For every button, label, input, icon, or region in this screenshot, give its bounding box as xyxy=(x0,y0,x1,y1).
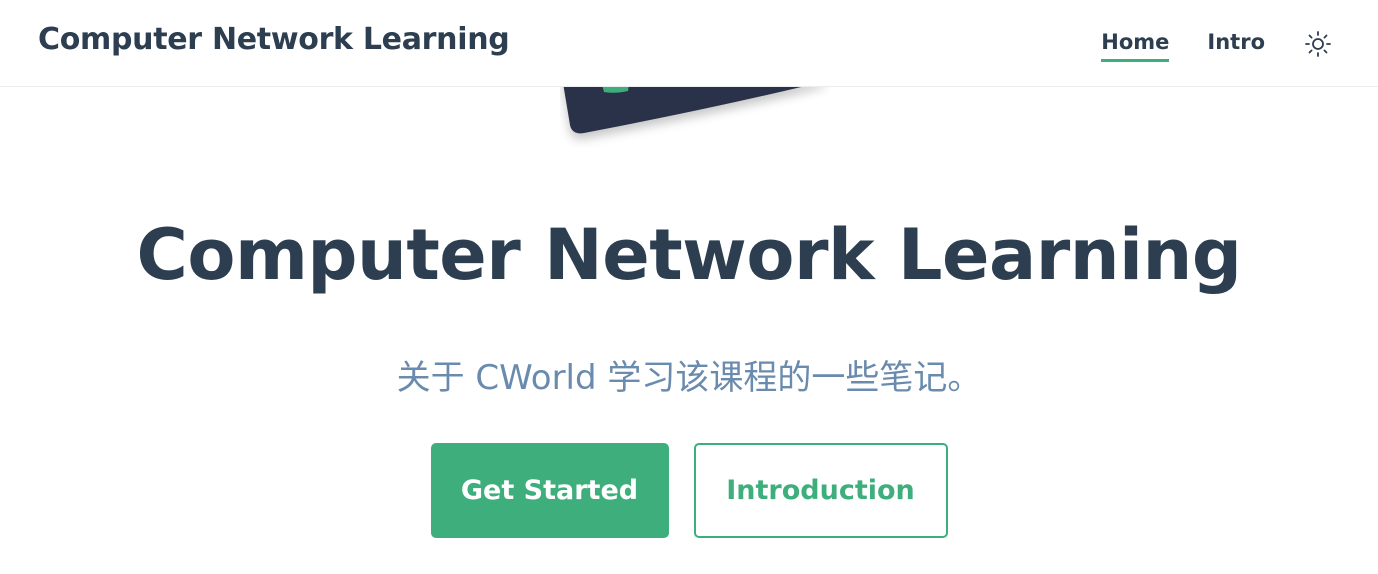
nav-link-home[interactable]: Home xyxy=(1101,26,1170,62)
laptop-illustration xyxy=(563,87,802,134)
navbar: Computer Network Learning Home Intro xyxy=(0,0,1378,87)
hero-title: Computer Network Learning xyxy=(136,214,1242,296)
get-started-button[interactable]: Get Started xyxy=(430,443,669,538)
nav-links: Home Intro xyxy=(1101,0,1333,87)
theme-toggle-button[interactable] xyxy=(1303,29,1333,59)
hero-image xyxy=(560,87,830,147)
site-name[interactable]: Computer Network Learning xyxy=(38,22,510,57)
hero-description: 关于 CWorld 学习该课程的一些笔记。 xyxy=(396,358,982,398)
hero-actions: Get Started Introduction xyxy=(0,443,1378,538)
nav-link-intro[interactable]: Intro xyxy=(1207,26,1265,62)
introduction-button[interactable]: Introduction xyxy=(693,443,948,538)
sun-icon xyxy=(1305,30,1331,57)
